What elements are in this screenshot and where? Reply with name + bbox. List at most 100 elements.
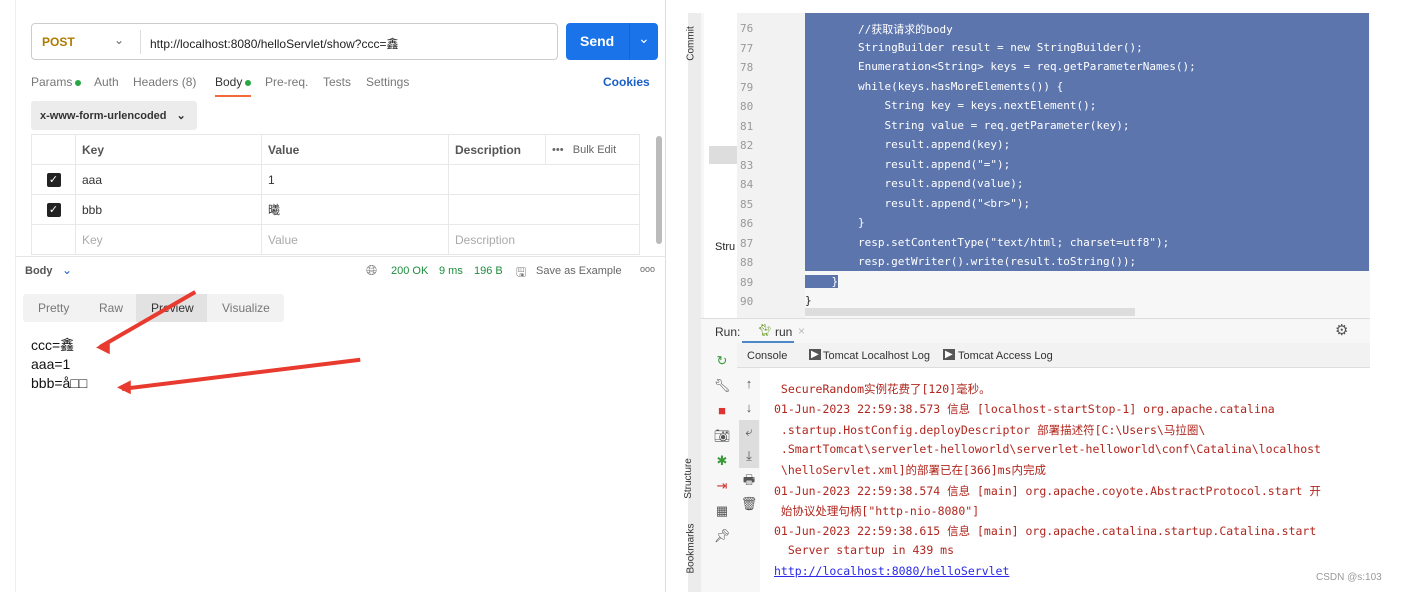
line-number: 86 xyxy=(740,217,754,230)
tab-localhost-log[interactable]: Tomcat Localhost Log xyxy=(823,350,930,362)
project-panel: Stru xyxy=(704,13,737,318)
chevron-down-icon[interactable]: ⌄ xyxy=(114,33,124,47)
line-number: 88 xyxy=(740,256,754,269)
tab-tests[interactable]: Tests xyxy=(323,75,351,89)
scrollbar[interactable] xyxy=(656,136,662,244)
localhost-link[interactable]: http://localhost:8080/helloServlet xyxy=(774,564,1009,578)
gear-icon[interactable]: ⚙ xyxy=(1335,321,1348,339)
log-line: .startup.HostConfig.deployDescriptor 部署描… xyxy=(774,422,1206,437)
line-number: 84 xyxy=(740,178,754,191)
tab-access-log[interactable]: Tomcat Access Log xyxy=(958,350,1053,362)
rerun-icon[interactable]: ↻ xyxy=(712,348,732,373)
console-actions: ↑ ↓ ⤶ ⤓ 🖶 🗑︎ xyxy=(739,372,759,516)
stop-icon[interactable]: ■ xyxy=(712,398,732,423)
code-line: while(keys.hasMoreElements()) { xyxy=(805,79,1064,93)
log-line: \helloServlet.xml]的部署已在[366]ms内完成 xyxy=(774,463,1047,478)
bulk-edit-button[interactable]: Bulk Edit xyxy=(573,144,616,156)
log-icon: ▶ xyxy=(809,349,821,360)
line-number: 76 xyxy=(740,22,754,35)
globe-icon[interactable]: 🌐︎ xyxy=(366,262,377,279)
log-line: 01-Jun-2023 22:59:38.574 信息 [main] org.a… xyxy=(774,483,1321,498)
line-number: 79 xyxy=(740,80,754,94)
side-toolbar: Commit Structure Bookmarks xyxy=(683,13,701,592)
more-icon[interactable]: ooo xyxy=(640,264,655,274)
tool-bookmarks[interactable]: Bookmarks xyxy=(686,523,697,573)
tab-visualize[interactable]: Visualize xyxy=(222,301,270,315)
tool-commit[interactable]: Commit xyxy=(686,26,697,60)
scroll-to-end-icon[interactable]: ⤓ xyxy=(739,444,759,468)
line-number: 77 xyxy=(740,41,754,55)
log-line: Server startup in 439 ms xyxy=(774,543,955,558)
line-number: 82 xyxy=(740,139,754,152)
camera-icon[interactable]: 📷︎ xyxy=(712,423,732,448)
response-preview: ccc=鑫 aaa=1 bbb=å□□ xyxy=(31,337,88,391)
log-line: SecureRandom实例花费了[120]毫秒。 xyxy=(774,382,991,396)
send-button[interactable]: Send ⌄ xyxy=(566,23,658,60)
request-url-bar[interactable]: POST ⌄ http://localhost:8080/helloServle… xyxy=(31,23,558,60)
code-line: Enumeration<String> keys = req.getParame… xyxy=(805,60,1196,73)
layout-icon[interactable]: ▦ xyxy=(712,498,732,523)
save-icon: 🖫 xyxy=(516,265,527,279)
url-input[interactable]: http://localhost:8080/helloServlet/show?… xyxy=(150,35,398,52)
tool-structure[interactable]: Structure xyxy=(683,458,694,499)
code-line: StringBuilder result = new StringBuilder… xyxy=(805,40,1143,54)
log-icon: ▶ xyxy=(943,349,955,360)
down-arrow-icon[interactable]: ↓ xyxy=(739,396,759,420)
cookies-link[interactable]: Cookies xyxy=(603,75,650,89)
method-select[interactable]: POST xyxy=(42,35,75,49)
run-label: Run: xyxy=(715,325,741,339)
code-line: result.append("="); xyxy=(805,157,1011,171)
exit-icon[interactable]: ⇥ xyxy=(712,473,732,498)
trash-icon[interactable]: 🗑︎ xyxy=(739,492,759,516)
code-line: //获取请求的body xyxy=(805,23,953,36)
response-time: 9 ms xyxy=(439,265,463,277)
response-body-label[interactable]: Body xyxy=(25,265,53,277)
console-tabs: Console ▶ Tomcat Localhost Log ▶ Tomcat … xyxy=(737,343,1370,368)
code-line: resp.setContentType("text/html; charset=… xyxy=(805,235,1170,249)
body-type-select[interactable]: x-www-form-urlencoded ⌄ xyxy=(31,101,197,130)
arrow-head-icon: ◀ xyxy=(117,376,131,396)
chevron-down-icon[interactable]: ⌄ xyxy=(638,30,650,47)
run-tab[interactable]: run xyxy=(775,325,792,339)
line-number: 83 xyxy=(740,158,754,172)
log-line: 始协议处理句柄["http-nio-8080"] xyxy=(774,503,980,518)
run-toolbar: Run: 🐈︎ run × ⚙ xyxy=(701,318,1370,343)
tab-prereq[interactable]: Pre-req. xyxy=(265,75,308,89)
line-number: 89 xyxy=(740,275,754,289)
horizontal-scrollbar[interactable] xyxy=(805,308,1135,316)
tab-pretty[interactable]: Pretty xyxy=(38,301,69,315)
chevron-down-icon[interactable]: ⌄ xyxy=(62,263,72,277)
code-line: } xyxy=(805,294,812,307)
code-line: result.append(key); xyxy=(805,138,1011,151)
up-arrow-icon[interactable]: ↑ xyxy=(739,372,759,396)
code-line: } xyxy=(805,274,839,288)
wrench-icon[interactable]: 🔧︎ xyxy=(712,373,732,398)
tab-auth[interactable]: Auth xyxy=(94,75,119,89)
structure-tab[interactable]: Stru xyxy=(715,241,735,253)
chevron-down-icon: ⌄ xyxy=(176,110,186,122)
arrow-head-icon: ◀ xyxy=(96,336,110,356)
line-number: 85 xyxy=(740,197,754,211)
table-header: Key Value Description ••• Bulk Edit xyxy=(31,134,640,165)
print-icon[interactable]: 🖶 xyxy=(739,468,759,492)
close-icon[interactable]: × xyxy=(798,324,805,338)
tab-body[interactable]: Body xyxy=(215,75,252,97)
tab-raw[interactable]: Raw xyxy=(99,301,123,315)
tab-params[interactable]: Params xyxy=(31,75,82,89)
debug-icon[interactable]: ✱ xyxy=(712,448,732,473)
tab-console[interactable]: Console xyxy=(747,350,787,362)
more-icon[interactable]: ••• xyxy=(552,144,564,156)
checkbox[interactable]: ✓ xyxy=(46,173,61,187)
status-code: 200 OK xyxy=(391,265,429,277)
line-number: 80 xyxy=(740,100,754,113)
checkbox[interactable]: ✓ xyxy=(46,203,61,217)
tab-settings[interactable]: Settings xyxy=(366,75,409,89)
line-number: 87 xyxy=(740,236,754,250)
tab-headers[interactable]: Headers (8) xyxy=(133,75,196,89)
params-table: Key Value Description ••• Bulk Edit ✓ aaa 1 ✓… xyxy=(31,134,640,255)
line-number: 90 xyxy=(740,295,754,308)
soft-wrap-icon[interactable]: ⤶ xyxy=(739,420,759,444)
save-as-example-button[interactable]: Save as Example xyxy=(536,265,622,277)
watermark: CSDN @s:103 xyxy=(1316,572,1382,583)
pin-icon[interactable]: 📌︎ xyxy=(712,523,732,548)
